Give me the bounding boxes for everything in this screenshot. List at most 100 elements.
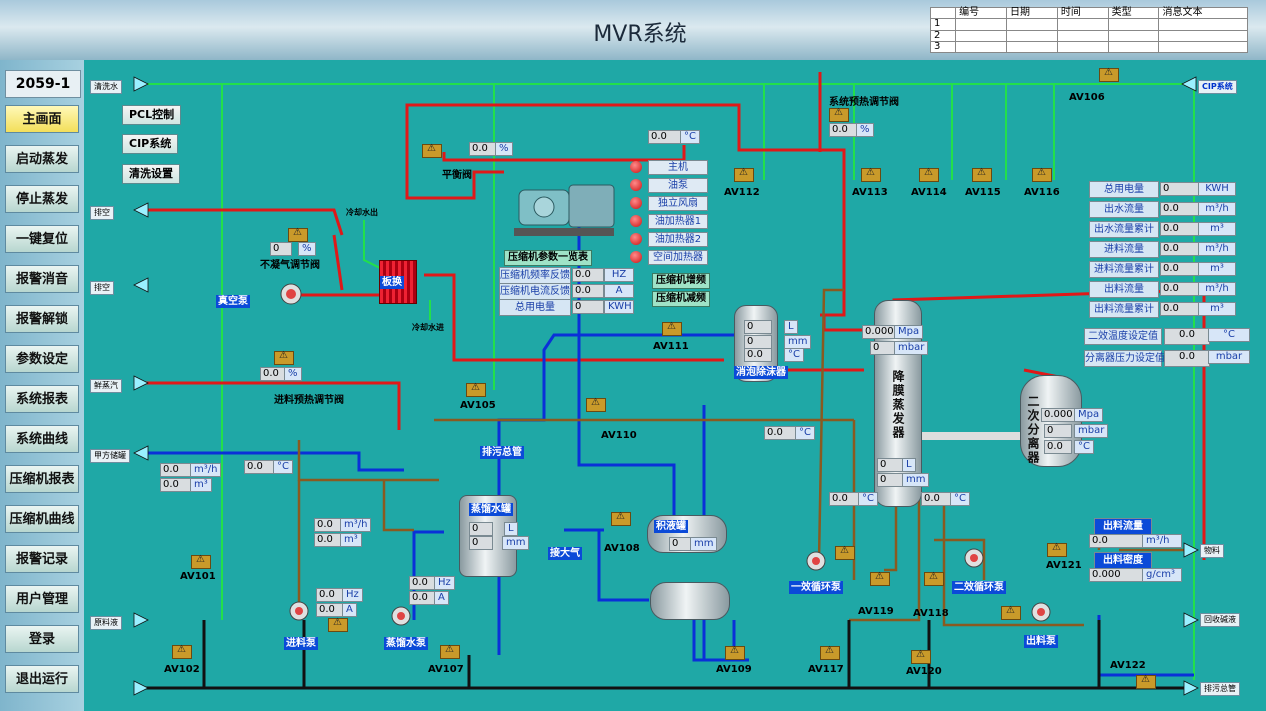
- nav-login[interactable]: 登录: [5, 625, 79, 653]
- valve-av102[interactable]: AV102: [164, 664, 200, 675]
- nav-system-report[interactable]: 系统报表: [5, 385, 79, 413]
- valve-av118[interactable]: AV118: [913, 608, 949, 619]
- valve-av114[interactable]: AV114: [911, 187, 947, 198]
- distilled-pump-icon[interactable]: [389, 605, 413, 627]
- valve-av116[interactable]: AV116: [1024, 187, 1060, 198]
- valve-av112[interactable]: AV112: [724, 187, 760, 198]
- output-flow-label: 出料流量: [1094, 518, 1152, 535]
- valve-av109[interactable]: AV109: [716, 664, 752, 675]
- defoamer-level-l-unit: L: [784, 320, 798, 334]
- noncond-valve-label: 不凝气调节阀: [260, 260, 320, 271]
- vacuum-pump-icon[interactable]: [277, 282, 307, 306]
- distilled-tank-label: 蒸馏水罐: [469, 503, 513, 516]
- compressor-decrease-freq-button[interactable]: 压缩机减频: [652, 291, 710, 307]
- cip-system-button[interactable]: CIP系统: [122, 134, 179, 154]
- nav-user-management[interactable]: 用户管理: [5, 585, 79, 613]
- setpoint-input-temperature[interactable]: 0.0: [1164, 328, 1210, 345]
- valve-av106[interactable]: AV106: [1069, 92, 1105, 103]
- tag-cip-system[interactable]: CIP系统: [1198, 80, 1237, 94]
- valve-av107[interactable]: AV107: [428, 664, 464, 675]
- setpoint-input-pressure[interactable]: 0.0: [1164, 350, 1210, 367]
- compressor-icon[interactable]: [509, 170, 619, 240]
- temp-customer-line: 0.0: [244, 460, 276, 474]
- compressor-overview-button[interactable]: 压缩机参数一览表: [504, 250, 592, 266]
- nav-compressor-curve[interactable]: 压缩机曲线: [5, 505, 79, 533]
- compressor-freq-unit: HZ: [604, 268, 634, 282]
- col-header: 编号: [955, 6, 1007, 20]
- nav-alarm-silence[interactable]: 报警消音: [5, 265, 79, 293]
- valve-av105[interactable]: AV105: [460, 400, 496, 411]
- nav-exit[interactable]: 退出运行: [5, 665, 79, 693]
- stat-unit: m³/h: [1198, 242, 1236, 256]
- warning-icon: [1047, 542, 1067, 557]
- nav-system-curve[interactable]: 系统曲线: [5, 425, 79, 453]
- nav-alarm-records[interactable]: 报警记录: [5, 545, 79, 573]
- separator-pressure-mpa-unit: Mpa: [1074, 408, 1104, 422]
- defoamer-temp: 0.0: [744, 348, 772, 362]
- circ-pump-1-icon[interactable]: [804, 550, 828, 572]
- stat-value: 0.0: [1160, 202, 1200, 216]
- feed-total-value: 0.0: [314, 533, 342, 547]
- nav-stop-evaporation[interactable]: 停止蒸发: [5, 185, 79, 213]
- stat-unit: m³: [1198, 222, 1236, 236]
- status-label-space-heater: 空间加热器: [648, 250, 708, 265]
- valve-av119[interactable]: AV119: [858, 606, 894, 617]
- wash-settings-button[interactable]: 清洗设置: [122, 164, 180, 184]
- evaporator-pressure-mbar-unit: mbar: [894, 341, 929, 355]
- distilled-pump-freq: 0.0: [409, 576, 437, 590]
- valve-av121[interactable]: AV121: [1046, 560, 1082, 571]
- nav-compressor-report[interactable]: 压缩机报表: [5, 465, 79, 493]
- nav-start-evaporation[interactable]: 启动蒸发: [5, 145, 79, 173]
- pcl-control-button[interactable]: PCL控制: [122, 105, 182, 125]
- noncond-valve-value: 0: [270, 242, 292, 256]
- nav-main-screen[interactable]: 主画面: [5, 105, 79, 133]
- stat-value: 0.0: [1160, 222, 1200, 236]
- tag-raw-liquid: 原料液: [90, 616, 122, 630]
- stat-unit: KWH: [1198, 182, 1236, 196]
- nav-one-key-reset[interactable]: 一键复位: [5, 225, 79, 253]
- compressor-current-label: 压缩机电流反馈: [499, 283, 571, 300]
- feed-pump-icon[interactable]: [287, 600, 311, 622]
- customer-flow-value: 0.0: [160, 463, 192, 477]
- drain-pipe-label: 排污总管: [480, 446, 524, 459]
- nav-parameter-settings[interactable]: 参数设定: [5, 345, 79, 373]
- warning-icon: [466, 382, 486, 397]
- stat-label: 进料流量累计: [1089, 261, 1159, 278]
- col-header: 消息文本: [1158, 6, 1248, 20]
- valve-av115[interactable]: AV115: [965, 187, 1001, 198]
- col-header: [929, 6, 957, 20]
- warning-icon: [911, 649, 931, 664]
- nav-alarm-unlock[interactable]: 报警解锁: [5, 305, 79, 333]
- tag-drain-main: 排污总管: [1200, 682, 1240, 696]
- valve-av113[interactable]: AV113: [852, 187, 888, 198]
- valve-av120[interactable]: AV120: [906, 666, 942, 677]
- feed-preheat-label: 进料预热调节阀: [274, 395, 344, 406]
- circ-pump-2-icon[interactable]: [962, 547, 986, 569]
- discharge-pump-icon[interactable]: [1029, 601, 1053, 623]
- header-bar: MVR系统 编号 日期 时间 类型 消息文本 1 2 3: [0, 0, 1266, 60]
- stat-value: 0.0: [1160, 282, 1200, 296]
- warning-icon: [440, 644, 460, 659]
- valve-av122[interactable]: AV122: [1110, 660, 1146, 671]
- table-row[interactable]: 1: [929, 18, 1248, 31]
- defoamer-level-l: 0: [744, 320, 772, 334]
- compressor-increase-freq-button[interactable]: 压缩机增频: [652, 273, 710, 289]
- table-row[interactable]: 2: [929, 29, 1248, 42]
- valve-av117[interactable]: AV117: [808, 664, 844, 675]
- feed-pump-freq: 0.0: [316, 588, 344, 602]
- valve-av110[interactable]: AV110: [601, 430, 637, 441]
- defoamer-level-mm-unit: mm: [784, 335, 812, 349]
- table-row[interactable]: 3: [929, 40, 1248, 54]
- stat-unit: m³: [1198, 262, 1236, 276]
- alarm-message-table[interactable]: 编号 日期 时间 类型 消息文本 1 2 3: [929, 6, 1248, 54]
- status-indicator-space-heater: [630, 251, 642, 263]
- valve-av108[interactable]: AV108: [604, 543, 640, 554]
- valve-av111[interactable]: AV111: [653, 341, 689, 352]
- system-preheat-value: 0.0: [829, 123, 857, 137]
- auxiliary-tank[interactable]: [650, 582, 730, 620]
- status-indicator-main: [630, 161, 642, 173]
- valve-av101[interactable]: AV101: [180, 571, 216, 582]
- stat-label: 出水流量: [1089, 201, 1159, 218]
- warning-icon: [820, 645, 840, 660]
- circ-pump-2-label: 二效循环泵: [952, 581, 1006, 594]
